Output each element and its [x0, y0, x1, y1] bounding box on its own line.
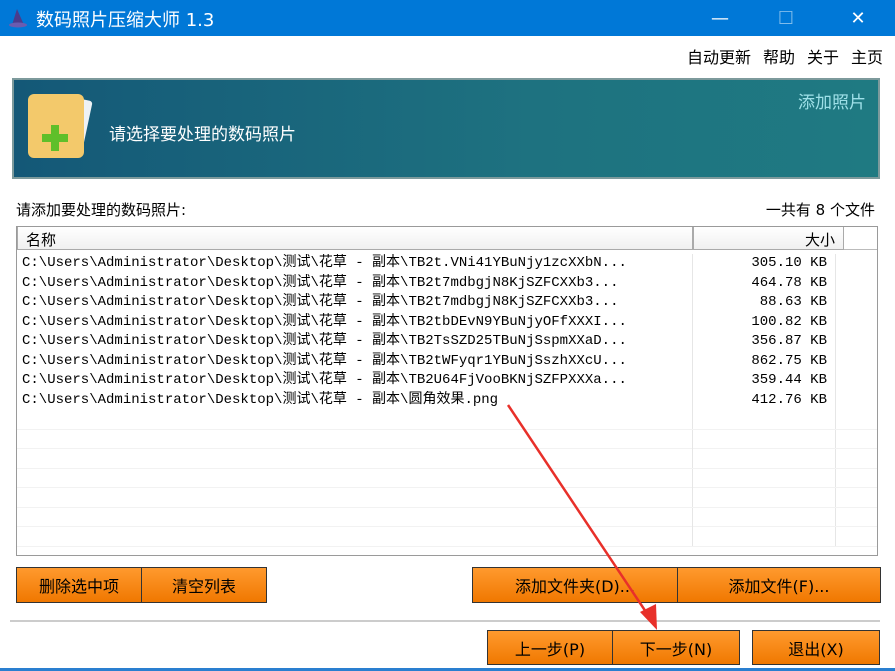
empty-row	[17, 468, 877, 488]
list-header: 名称 大小	[17, 227, 877, 250]
column-name[interactable]: 名称	[17, 227, 693, 250]
file-path: C:\Users\Administrator\Desktop\测试\花草 - 副…	[17, 293, 693, 313]
exit-button[interactable]: 退出(X)	[752, 630, 880, 665]
column-size[interactable]: 大小	[693, 227, 844, 250]
list-label: 请添加要处理的数码照片:	[16, 201, 187, 219]
empty-row	[17, 410, 877, 430]
table-row[interactable]: C:\Users\Administrator\Desktop\测试\花草 - 副…	[17, 312, 877, 332]
file-size: 305.10 KB	[693, 254, 836, 274]
menu-help[interactable]: 帮助	[763, 44, 795, 68]
empty-row	[17, 449, 877, 469]
file-list[interactable]: 名称 大小 C:\Users\Administrator\Desktop\测试\…	[16, 226, 878, 556]
file-size: 359.44 KB	[693, 371, 836, 391]
table-row[interactable]: C:\Users\Administrator\Desktop\测试\花草 - 副…	[17, 254, 877, 274]
previous-button[interactable]: 上一步(P)	[487, 630, 613, 665]
maximize-button[interactable]: ☐	[763, 0, 809, 36]
empty-row	[17, 527, 877, 547]
clear-list-button[interactable]: 清空列表	[141, 567, 267, 603]
file-path: C:\Users\Administrator\Desktop\测试\花草 - 副…	[17, 332, 693, 352]
menu-home[interactable]: 主页	[851, 44, 883, 68]
file-size: 464.78 KB	[693, 273, 836, 293]
next-button[interactable]: 下一步(N)	[612, 630, 740, 665]
file-path: C:\Users\Administrator\Desktop\测试\花草 - 副…	[17, 273, 693, 293]
window-title: 数码照片压缩大师 1.3	[36, 10, 215, 31]
empty-row	[17, 507, 877, 527]
file-size: 356.87 KB	[693, 332, 836, 352]
add-folder-icon	[28, 94, 93, 158]
table-row[interactable]: C:\Users\Administrator\Desktop\测试\花草 - 副…	[17, 273, 877, 293]
header-banner: 请选择要处理的数码照片 添加照片	[12, 78, 880, 179]
file-path: C:\Users\Administrator\Desktop\测试\花草 - 副…	[17, 254, 693, 274]
table-row[interactable]: C:\Users\Administrator\Desktop\测试\花草 - 副…	[17, 351, 877, 371]
file-size: 412.76 KB	[693, 390, 836, 410]
table-row[interactable]: C:\Users\Administrator\Desktop\测试\花草 - 副…	[17, 371, 877, 391]
top-menu: 自动更新 帮助 关于 主页	[687, 44, 883, 68]
file-size: 862.75 KB	[693, 351, 836, 371]
table-row[interactable]: C:\Users\Administrator\Desktop\测试\花草 - 副…	[17, 332, 877, 352]
title-bar: 数码照片压缩大师 1.3 — ☐ ✕	[0, 0, 895, 36]
table-row[interactable]: C:\Users\Administrator\Desktop\测试\花草 - 副…	[17, 293, 877, 313]
file-size: 88.63 KB	[693, 293, 836, 313]
file-count: 一共有 8 个文件	[765, 201, 875, 219]
separator	[10, 620, 880, 622]
file-path: C:\Users\Administrator\Desktop\测试\花草 - 副…	[17, 312, 693, 332]
add-photos-link[interactable]: 添加照片	[798, 88, 866, 113]
empty-row	[17, 429, 877, 449]
menu-about[interactable]: 关于	[807, 44, 839, 68]
list-rows: C:\Users\Administrator\Desktop\测试\花草 - 副…	[17, 254, 877, 547]
add-folder-button[interactable]: 添加文件夹(D)...	[472, 567, 678, 603]
file-path: C:\Users\Administrator\Desktop\测试\花草 - 副…	[17, 390, 693, 410]
menu-auto-update[interactable]: 自动更新	[687, 44, 751, 68]
delete-selected-button[interactable]: 删除选中项	[16, 567, 142, 603]
table-row[interactable]: C:\Users\Administrator\Desktop\测试\花草 - 副…	[17, 390, 877, 410]
close-button[interactable]: ✕	[835, 0, 881, 36]
add-file-button[interactable]: 添加文件(F)...	[677, 567, 881, 603]
file-size: 100.82 KB	[693, 312, 836, 332]
file-path: C:\Users\Administrator\Desktop\测试\花草 - 副…	[17, 351, 693, 371]
banner-instruction: 请选择要处理的数码照片	[109, 125, 296, 145]
file-path: C:\Users\Administrator\Desktop\测试\花草 - 副…	[17, 371, 693, 391]
empty-row	[17, 488, 877, 508]
minimize-button[interactable]: —	[697, 0, 743, 36]
wizard-hat-icon	[9, 9, 27, 28]
